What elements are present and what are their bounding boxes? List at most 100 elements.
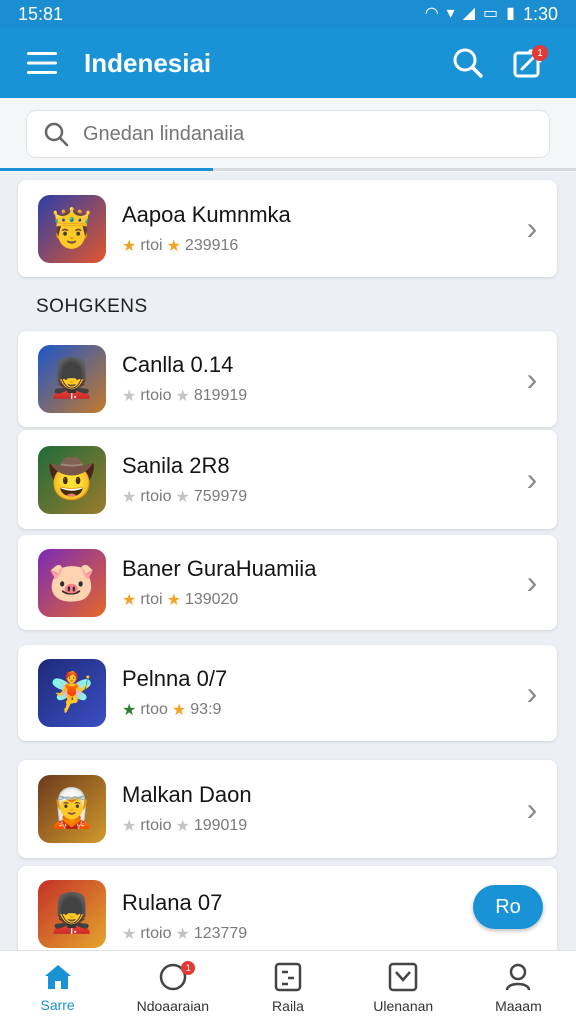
chevron-right-icon: › bbox=[526, 210, 538, 246]
status-bar: 15:81 ◠ ▾ ◢ ▭ ▮ 1:30 bbox=[0, 0, 576, 28]
list-item-count: 123779 bbox=[193, 925, 248, 942]
share-button[interactable]: 1 bbox=[498, 33, 558, 93]
list-item-meta: rtoi bbox=[140, 590, 163, 608]
list-item-rating: ★ rtoi ★ 139020 bbox=[122, 590, 507, 610]
list-item-rating: ★ rtoio ★ 819919 bbox=[122, 386, 507, 406]
star-icon: ★ bbox=[122, 488, 137, 506]
list-item-title: Sanila 2R8 bbox=[122, 452, 230, 478]
search-field-icon bbox=[44, 122, 69, 147]
list-item-count: 759979 bbox=[193, 487, 248, 505]
warrior-icon: 🧝 bbox=[38, 775, 106, 843]
nav-item-notifications[interactable]: 1 Ndoaaraian bbox=[115, 951, 230, 1024]
star-icon: ★ bbox=[166, 237, 181, 255]
star-icon: ★ bbox=[122, 591, 137, 609]
chevron-right-icon: › bbox=[526, 564, 538, 600]
list-item-meta: rtoio bbox=[140, 817, 172, 834]
guard-icon: 💂 bbox=[38, 880, 106, 948]
list-item-rating: ★ rtoio ★ 759979 bbox=[122, 487, 507, 507]
featured-rating: ★ rtoi ★ 239916 bbox=[122, 236, 507, 256]
list-item-meta: rtoio bbox=[140, 387, 172, 404]
star-icon: ★ bbox=[122, 702, 137, 719]
battery-icon: ▮ bbox=[506, 5, 515, 22]
home-icon bbox=[44, 964, 71, 989]
star-icon: ★ bbox=[122, 388, 137, 405]
list-item-title: Pelnna 0/7 bbox=[122, 666, 228, 691]
list-item[interactable]: 💂 Canlla 0.14 ★ rtoio ★ 819919 › bbox=[18, 331, 557, 427]
list-item-count: 819919 bbox=[193, 387, 248, 404]
list-item-title: Baner GuraHuamiia bbox=[122, 555, 317, 581]
star-icon: ★ bbox=[171, 702, 187, 719]
loading-progress-bar bbox=[0, 168, 576, 171]
list-item-count: 139020 bbox=[184, 590, 239, 608]
search-button[interactable] bbox=[438, 33, 498, 93]
star-icon: ★ bbox=[175, 488, 190, 506]
search-input[interactable] bbox=[83, 122, 549, 146]
featured-meta-text: rtoi bbox=[140, 236, 163, 254]
cast-icon: ▭ bbox=[483, 5, 499, 22]
loading-progress-fill bbox=[0, 168, 214, 171]
signal-icon: ▾ bbox=[446, 5, 455, 22]
list-item[interactable]: 🤠 Sanila 2R8 ★ rtoio ★ 759979 › bbox=[18, 430, 557, 529]
status-icons: ◠ ▾ ◢ ▭ ▮ 1:30 bbox=[425, 5, 558, 23]
wifi-icon: ◠ bbox=[424, 5, 439, 22]
menu-button[interactable] bbox=[12, 28, 72, 98]
status-time-left: 15:81 bbox=[18, 3, 64, 24]
list-item-meta: rtoio bbox=[140, 487, 172, 505]
nav-label: Ndoaaraian bbox=[136, 997, 209, 1014]
star-icon: ★ bbox=[175, 926, 190, 943]
nav-item-list[interactable]: Raila bbox=[230, 951, 345, 1024]
chevron-right-icon: › bbox=[526, 790, 538, 827]
creature-icon: 🐷 bbox=[38, 548, 106, 617]
soldier-icon: 💂 bbox=[38, 345, 106, 413]
search-area bbox=[0, 98, 576, 172]
hero-crown-icon: 🤴 bbox=[38, 194, 106, 263]
star-icon: ★ bbox=[122, 237, 137, 255]
star-icon: ★ bbox=[122, 926, 137, 943]
star-icon: ★ bbox=[175, 388, 190, 405]
chevron-right-icon: › bbox=[526, 674, 538, 711]
search-icon bbox=[453, 48, 483, 78]
list-item-meta: rtoo bbox=[140, 701, 168, 718]
floating-action-button[interactable]: Ro bbox=[473, 885, 543, 929]
list-item-meta: rtoio bbox=[140, 925, 172, 942]
list-item-count: 93:9 bbox=[190, 701, 222, 718]
list-item[interactable]: 🧝 Malkan Daon ★ rtoio ★ 199019 › bbox=[18, 760, 557, 858]
star-hero-icon: 🧚 bbox=[38, 659, 106, 727]
app-title: Indenesiai bbox=[84, 47, 212, 78]
list-item-rating: ★ rtoo ★ 93:9 bbox=[122, 700, 507, 720]
chevron-right-icon: › bbox=[526, 360, 538, 397]
list-item-title: Malkan Daon bbox=[122, 782, 252, 807]
search-box[interactable] bbox=[26, 110, 550, 158]
nav-item-profile[interactable]: Maaam bbox=[461, 951, 576, 1024]
list-item[interactable]: 🧚 Pelnna 0/7 ★ rtoo ★ 93:9 › bbox=[18, 645, 557, 741]
explorer-icon: 🤠 bbox=[38, 445, 106, 514]
star-icon: ★ bbox=[166, 591, 181, 609]
featured-count: 239916 bbox=[184, 236, 239, 254]
list-item[interactable]: 🐷 Baner GuraHuamiia ★ rtoi ★ 139020 › bbox=[18, 535, 557, 630]
nav-label: Sarre bbox=[40, 996, 75, 1013]
nav-item-inbox[interactable]: Ulenanan bbox=[346, 951, 461, 1024]
nav-label: Maaam bbox=[495, 997, 542, 1014]
featured-title: Aapoa Kumnmka bbox=[122, 201, 291, 227]
list-icon bbox=[274, 962, 302, 991]
inbox-icon bbox=[388, 962, 418, 991]
profile-icon bbox=[506, 963, 531, 990]
status-time-right: 1:30 bbox=[522, 4, 558, 24]
list-item-rating: ★ rtoio ★ 199019 bbox=[122, 816, 507, 836]
section-header: SOHGKENS bbox=[36, 296, 148, 317]
featured-card[interactable]: 🤴 Aapoa Kumnmka ★ rtoi ★ 239916 › bbox=[18, 180, 557, 277]
hamburger-icon bbox=[27, 52, 57, 74]
notification-badge: 1 bbox=[532, 45, 548, 61]
nav-label: Raila bbox=[272, 997, 304, 1014]
chevron-right-icon: › bbox=[526, 461, 538, 497]
list-item-count: 199019 bbox=[193, 817, 248, 834]
app-bar: Indenesiai 1 bbox=[0, 28, 576, 98]
cellular-icon: ◢ bbox=[462, 5, 476, 22]
star-icon: ★ bbox=[122, 818, 137, 835]
nav-label: Ulenanan bbox=[373, 997, 434, 1014]
star-icon: ★ bbox=[175, 818, 190, 835]
nav-badge: 1 bbox=[181, 961, 196, 975]
list-item-title: Canlla 0.14 bbox=[122, 352, 234, 377]
bottom-navigation: Sarre 1 Ndoaaraian Raila Ulenanan Maaam bbox=[0, 950, 576, 1024]
nav-item-home[interactable]: Sarre bbox=[0, 951, 115, 1024]
